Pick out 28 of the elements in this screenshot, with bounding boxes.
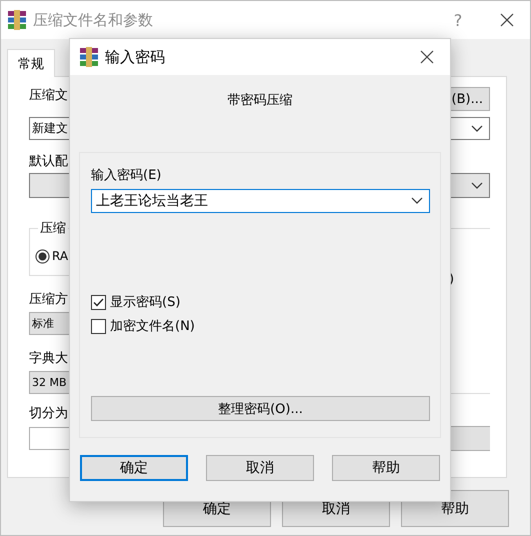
field-label: 压缩文 — [29, 87, 68, 105]
checkbox[interactable] — [91, 294, 106, 310]
chevron-down-icon — [471, 124, 483, 132]
close-icon — [420, 50, 434, 64]
checkbox-label: 显示密码(S) — [110, 294, 180, 311]
close-icon — [500, 13, 514, 27]
field-label: 切分为 — [29, 405, 68, 423]
organize-passwords-button[interactable]: 整理密码(O)... — [91, 396, 430, 421]
field-label: 压缩方 — [29, 291, 68, 309]
window-title: 压缩文件名和参数 — [33, 10, 154, 30]
dialog-heading: 带密码压缩 — [226, 92, 294, 110]
radio-label: RA — [52, 248, 68, 265]
field-label: 字典大 — [29, 350, 68, 368]
field-label: 默认配 — [29, 153, 68, 171]
tab[interactable]: 常规 — [7, 49, 55, 77]
dialog-button[interactable]: 取消 — [206, 455, 314, 481]
dialog-button[interactable]: 确定 — [80, 455, 188, 481]
password-combo[interactable]: 上老王论坛当老王 — [91, 189, 430, 213]
field-label: 输入密码(E) — [91, 167, 162, 185]
checkbox-label: 加密文件名(N) — [110, 318, 195, 335]
chevron-down-icon — [471, 182, 483, 190]
radio-button[interactable] — [35, 248, 50, 264]
dialog-title: 输入密码 — [105, 48, 166, 66]
dialog-button[interactable]: 帮助 — [332, 455, 440, 481]
books-stack-icon — [7, 10, 27, 30]
checkbox[interactable] — [91, 318, 106, 334]
books-stack-icon — [79, 47, 99, 67]
chevron-down-icon — [411, 197, 423, 205]
